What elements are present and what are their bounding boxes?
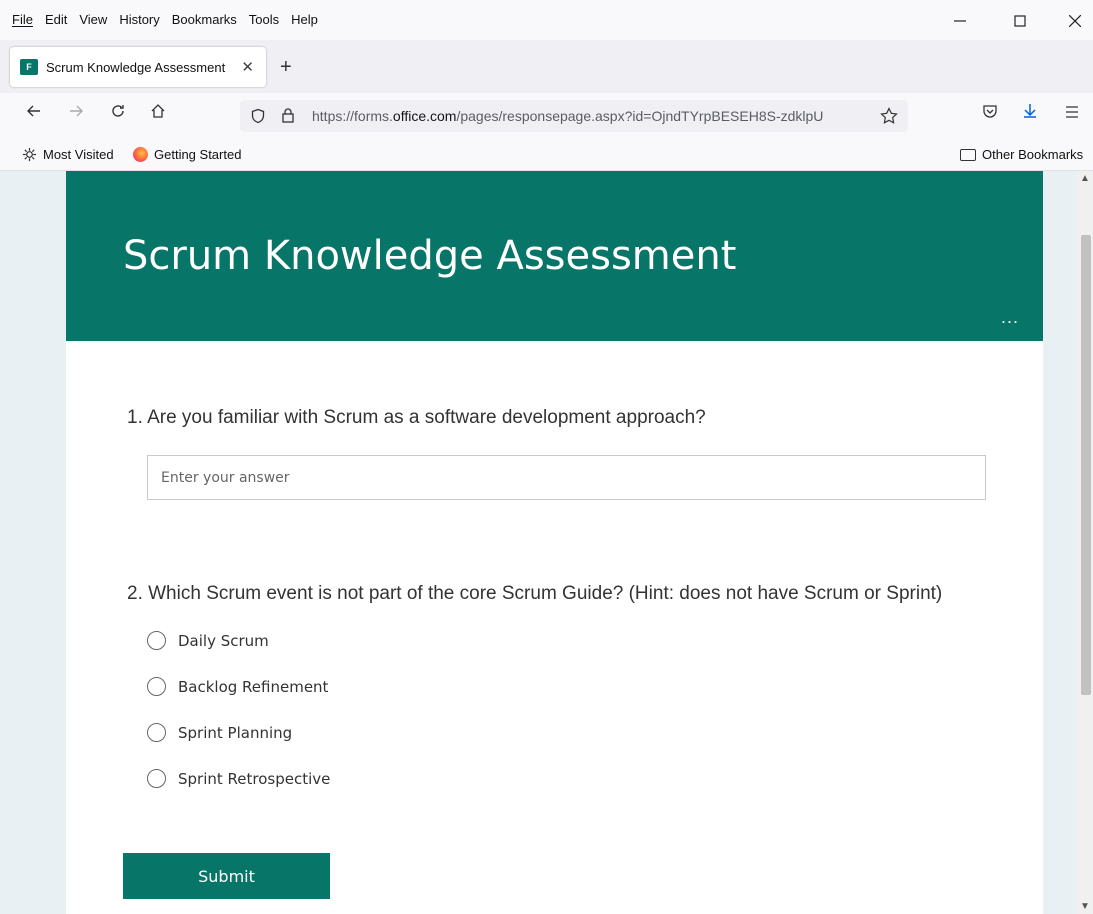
bookmark-label: Getting Started	[154, 147, 242, 162]
menu-bar: File Edit View History Bookmarks Tools H…	[0, 0, 1093, 40]
menu-bookmarks[interactable]: Bookmarks	[172, 12, 237, 27]
pocket-icon[interactable]	[978, 103, 1002, 124]
bookmark-label: Most Visited	[43, 147, 114, 162]
home-icon[interactable]	[146, 103, 170, 124]
url-bar[interactable]: https://forms.office.com/pages/responsep…	[240, 100, 908, 132]
question-2-text: 2. Which Scrum event is not part of the …	[127, 583, 943, 604]
maximize-icon[interactable]	[1005, 10, 1035, 32]
new-tab-button[interactable]: +	[280, 56, 292, 79]
tab-close-icon[interactable]: ✕	[241, 58, 254, 76]
navigation-bar: https://forms.office.com/pages/responsep…	[0, 93, 1093, 139]
radio-button[interactable]	[147, 769, 166, 788]
star-icon[interactable]	[880, 107, 898, 130]
form-header: Scrum Knowledge Assessment ...	[66, 171, 1043, 341]
url-text[interactable]: https://forms.office.com/pages/responsep…	[312, 108, 872, 124]
form-title: Scrum Knowledge Assessment	[123, 233, 737, 279]
bookmark-label: Other Bookmarks	[982, 147, 1084, 162]
scrollbar-thumb[interactable]	[1081, 235, 1091, 695]
option-sprint-retrospective[interactable]: Sprint Retrospective	[147, 769, 330, 788]
option-label: Backlog Refinement	[178, 677, 329, 696]
more-options-button[interactable]: ...	[1001, 307, 1019, 328]
bookmark-most-visited[interactable]: Most Visited	[22, 147, 114, 162]
minimize-icon[interactable]	[945, 10, 975, 32]
reload-icon[interactable]	[106, 103, 130, 124]
lock-icon[interactable]	[280, 107, 296, 129]
answer-input[interactable]	[147, 455, 986, 500]
hamburger-menu-icon[interactable]	[1060, 103, 1084, 124]
radio-button[interactable]	[147, 677, 166, 696]
url-path: /pages/responsepage.aspx?id=OjndTYrpBESE…	[456, 108, 824, 124]
vertical-scrollbar[interactable]: ▲ ▼	[1076, 171, 1093, 914]
arrow-right-icon[interactable]	[64, 103, 88, 124]
form-card: Scrum Knowledge Assessment ... 1. Are yo…	[66, 171, 1043, 914]
menu-tools[interactable]: Tools	[249, 12, 279, 27]
menu-items: File Edit View History Bookmarks Tools H…	[12, 12, 318, 27]
option-daily-scrum[interactable]: Daily Scrum	[147, 631, 269, 650]
shield-icon[interactable]	[250, 108, 266, 129]
url-domain: office.com	[392, 108, 457, 124]
question-1-text: 1. Are you familiar with Scrum as a soft…	[127, 407, 706, 428]
radio-button[interactable]	[147, 631, 166, 650]
menu-help[interactable]: Help	[291, 12, 318, 27]
forms-favicon-icon: F	[20, 59, 38, 75]
url-prefix: https://forms.	[312, 108, 393, 124]
option-sprint-planning[interactable]: Sprint Planning	[147, 723, 292, 742]
bookmark-getting-started[interactable]: Getting Started	[133, 147, 241, 162]
radio-button[interactable]	[147, 723, 166, 742]
tab-bar: F Scrum Knowledge Assessment ✕	[0, 40, 1093, 93]
option-label: Sprint Retrospective	[178, 769, 331, 788]
arrow-left-icon[interactable]	[22, 103, 46, 124]
download-icon[interactable]	[1018, 103, 1042, 124]
option-backlog-refinement[interactable]: Backlog Refinement	[147, 677, 328, 696]
close-window-icon[interactable]	[1060, 10, 1090, 32]
page-content: Scrum Knowledge Assessment ... 1. Are yo…	[0, 171, 1076, 914]
menu-history[interactable]: History	[119, 12, 159, 27]
option-label: Sprint Planning	[178, 723, 293, 742]
bookmark-other[interactable]: Other Bookmarks	[960, 147, 1083, 162]
menu-edit[interactable]: Edit	[45, 12, 67, 27]
scroll-down-icon[interactable]: ▼	[1080, 901, 1090, 912]
scroll-up-icon[interactable]: ▲	[1080, 173, 1090, 184]
tab-scrum-assessment[interactable]: F Scrum Knowledge Assessment ✕	[10, 47, 266, 87]
tab-title: Scrum Knowledge Assessment	[46, 59, 226, 75]
option-label: Daily Scrum	[178, 631, 269, 650]
bookmarks-bar: Most Visited Getting Started Other Bookm…	[0, 139, 1093, 171]
folder-icon	[960, 148, 976, 161]
firefox-icon	[133, 147, 148, 162]
submit-button[interactable]: Submit	[123, 853, 330, 899]
menu-file[interactable]: File	[12, 12, 33, 27]
gear-icon	[22, 147, 37, 162]
menu-view[interactable]: View	[79, 12, 107, 27]
